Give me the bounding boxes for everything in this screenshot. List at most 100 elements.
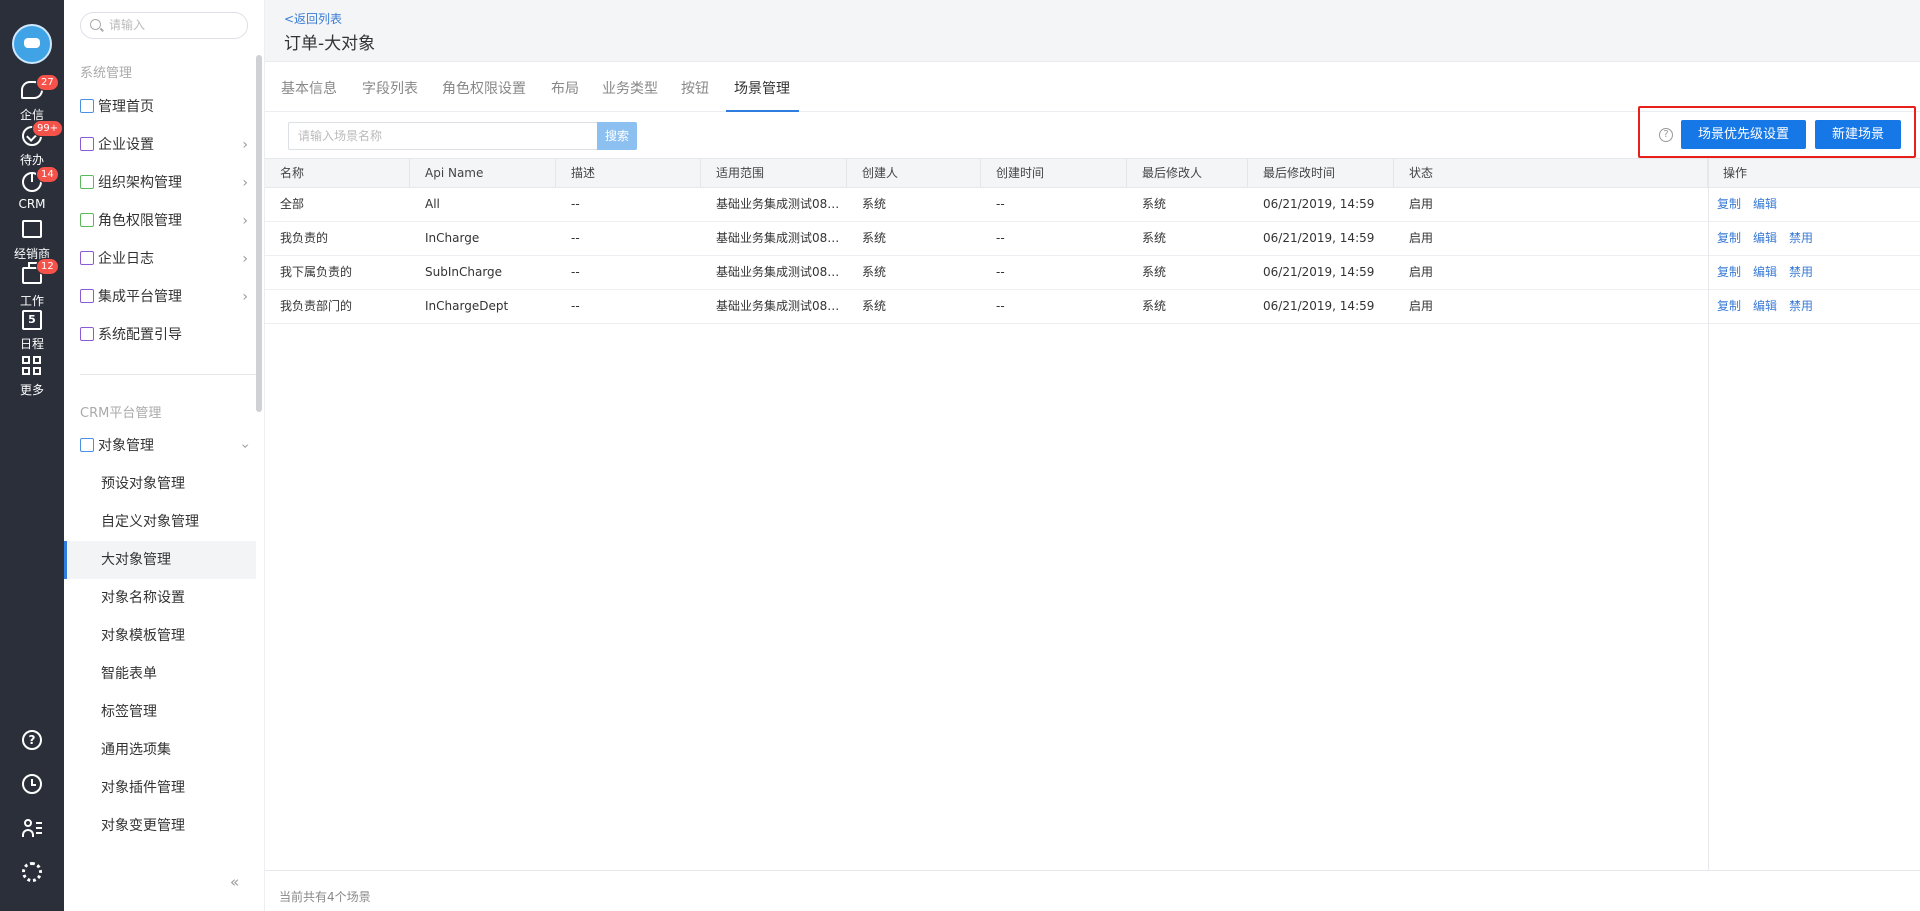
signpost-icon [80, 327, 94, 341]
sidebar-item-config-guide[interactable]: 系统配置引导 [80, 323, 248, 347]
main-content: <返回列表 订单-大对象 基本信息 字段列表 角色权限设置 布局 业务类型 按钮… [265, 0, 1920, 911]
sidebar-sub-object-plugins[interactable]: 对象插件管理 [64, 769, 256, 807]
column-header-name: 名称 [265, 159, 410, 187]
question-circle-icon[interactable]: ? [1659, 128, 1673, 142]
cell-creator: 系统 [862, 231, 887, 245]
sidebar-sub-object-changes[interactable]: 对象变更管理 [64, 807, 256, 845]
rail-item-label: CRM [18, 197, 46, 211]
scene-search-input[interactable]: 请输入场景名称 [288, 122, 598, 150]
rail-badge: 14 [36, 166, 59, 183]
cell-scope: 基础业务集成测试0871... [716, 231, 847, 245]
rail-item-label: 日程 [19, 337, 44, 351]
rail-badge: 12 [36, 258, 59, 275]
user-list-icon[interactable] [0, 816, 64, 844]
cell-actions: 复制 编辑 禁用 [1708, 256, 1920, 289]
help-icon[interactable]: ? [0, 728, 64, 756]
sidebar-item-org-structure[interactable]: 组织架构管理 › [80, 171, 248, 195]
sidebar-item-label: 角色权限管理 [98, 213, 182, 229]
sidebar-sub-custom-objects[interactable]: 自定义对象管理 [64, 503, 256, 541]
calendar-icon: 5 [20, 310, 44, 334]
search-icon [90, 19, 101, 30]
group-title-system: 系统管理 [80, 66, 133, 81]
edit-link[interactable]: 编辑 [1753, 265, 1777, 279]
sidebar-item-enterprise-settings[interactable]: 企业设置 › [80, 133, 248, 157]
home-icon [80, 99, 94, 113]
tab-business-type[interactable]: 业务类型 [602, 78, 658, 98]
rail-item-work[interactable]: 12 工作 [0, 258, 64, 312]
org-tree-icon [80, 175, 94, 189]
actions-column-divider [1708, 158, 1709, 871]
clock-icon[interactable] [0, 772, 64, 800]
disable-link[interactable]: 禁用 [1789, 265, 1813, 279]
app-rail: 27 企信 99+ 待办 14 CRM 经销商 12 工作 5 日程 更多 ? [0, 0, 64, 911]
sidebar-item-admin-home[interactable]: 管理首页 [80, 95, 248, 119]
sidebar-sub-preset-objects[interactable]: 预设对象管理 [64, 465, 256, 503]
cell-description: -- [571, 299, 580, 313]
scene-count-summary: 当前共有4个场景 [279, 890, 371, 904]
chevron-right-icon: › [242, 137, 248, 153]
table-row: 我负责部门的 InChargeDept -- 基础业务集成测试0871... 系… [265, 290, 1920, 324]
cell-status: 启用 [1409, 231, 1434, 245]
sidebar-sub-object-name-settings[interactable]: 对象名称设置 [64, 579, 256, 617]
cell-modified-time: 06/21/2019, 14:59 [1263, 265, 1375, 279]
disable-link[interactable]: 禁用 [1789, 231, 1813, 245]
sidebar-item-integration-platform[interactable]: 集成平台管理 › [80, 285, 248, 309]
search-button[interactable]: 搜索 [597, 122, 637, 150]
sidebar-sub-smart-forms[interactable]: 智能表单 [64, 655, 256, 693]
rail-item-more[interactable]: 更多 [0, 354, 64, 404]
sidebar-sub-option-sets[interactable]: 通用选项集 [64, 731, 256, 769]
chevron-right-icon: › [242, 175, 248, 191]
double-chevron-left-icon[interactable]: « [230, 873, 239, 891]
rail-item-crm[interactable]: 14 CRM [0, 166, 64, 220]
column-header-modifier: 最后修改人 [1127, 159, 1248, 187]
sidebar-item-label: 管理首页 [98, 99, 154, 115]
copy-link[interactable]: 复制 [1717, 265, 1741, 279]
copy-link[interactable]: 复制 [1717, 299, 1741, 313]
table-row: 我下属负责的 SubInCharge -- 基础业务集成测试0871... 系统… [265, 256, 1920, 290]
rail-item-schedule[interactable]: 5 日程 [0, 308, 64, 358]
scene-priority-settings-button[interactable]: 场景优先级设置 [1681, 120, 1806, 149]
tab-buttons[interactable]: 按钮 [681, 78, 709, 98]
edit-link[interactable]: 编辑 [1753, 197, 1777, 211]
copy-link[interactable]: 复制 [1717, 197, 1741, 211]
table-row: 我负责的 InCharge -- 基础业务集成测试0871... 系统 -- 系… [265, 222, 1920, 256]
rail-badge: 99+ [32, 120, 64, 137]
sidebar-sub-tag-management[interactable]: 标签管理 [64, 693, 256, 731]
cell-creator: 系统 [862, 299, 887, 313]
cell-description: -- [571, 265, 580, 279]
cell-status: 启用 [1409, 197, 1434, 211]
sidebar-search-input[interactable]: 请输入 [80, 12, 248, 39]
new-scene-button[interactable]: 新建场景 [1815, 120, 1901, 149]
sidebar-scrollbar[interactable] [256, 55, 262, 412]
sidebar-divider [80, 374, 256, 375]
cell-modified-time: 06/21/2019, 14:59 [1263, 299, 1375, 313]
copy-link[interactable]: 复制 [1717, 231, 1741, 245]
sidebar-item-label: 企业日志 [98, 251, 154, 267]
cell-modified-time: 06/21/2019, 14:59 [1263, 197, 1375, 211]
cell-name: 我负责部门的 [280, 299, 353, 313]
settings-gear-icon[interactable] [0, 860, 64, 888]
sidebar-item-object-management[interactable]: 对象管理 › [80, 434, 253, 458]
sidebar-sub-object-templates[interactable]: 对象模板管理 [64, 617, 256, 655]
scene-toolbar: 请输入场景名称 搜索 ? 场景优先级设置 新建场景 [265, 106, 1920, 158]
edit-link[interactable]: 编辑 [1753, 299, 1777, 313]
sidebar-item-label: 对象管理 [98, 438, 154, 454]
cell-name: 我下属负责的 [280, 265, 353, 279]
tab-role-permissions[interactable]: 角色权限设置 [442, 78, 526, 98]
tab-scene-management[interactable]: 场景管理 [734, 78, 790, 98]
chip-icon [80, 289, 94, 303]
tab-basic-info[interactable]: 基本信息 [281, 78, 337, 98]
user-avatar[interactable] [12, 24, 52, 64]
sidebar-item-role-permission[interactable]: 角色权限管理 › [80, 209, 248, 233]
tab-field-list[interactable]: 字段列表 [362, 78, 418, 98]
edit-link[interactable]: 编辑 [1753, 231, 1777, 245]
tab-layout[interactable]: 布局 [551, 78, 579, 98]
grid-icon [20, 356, 44, 380]
sidebar-sub-big-objects[interactable]: 大对象管理 [64, 541, 256, 579]
sidebar-item-enterprise-log[interactable]: 企业日志 › [80, 247, 248, 271]
disable-link[interactable]: 禁用 [1789, 299, 1813, 313]
back-to-list-link[interactable]: <返回列表 [284, 10, 342, 27]
rail-item-label: 工作 [19, 294, 44, 308]
sidebar-search-placeholder: 请输入 [109, 18, 146, 32]
cell-actions: 复制 编辑 [1708, 188, 1920, 221]
